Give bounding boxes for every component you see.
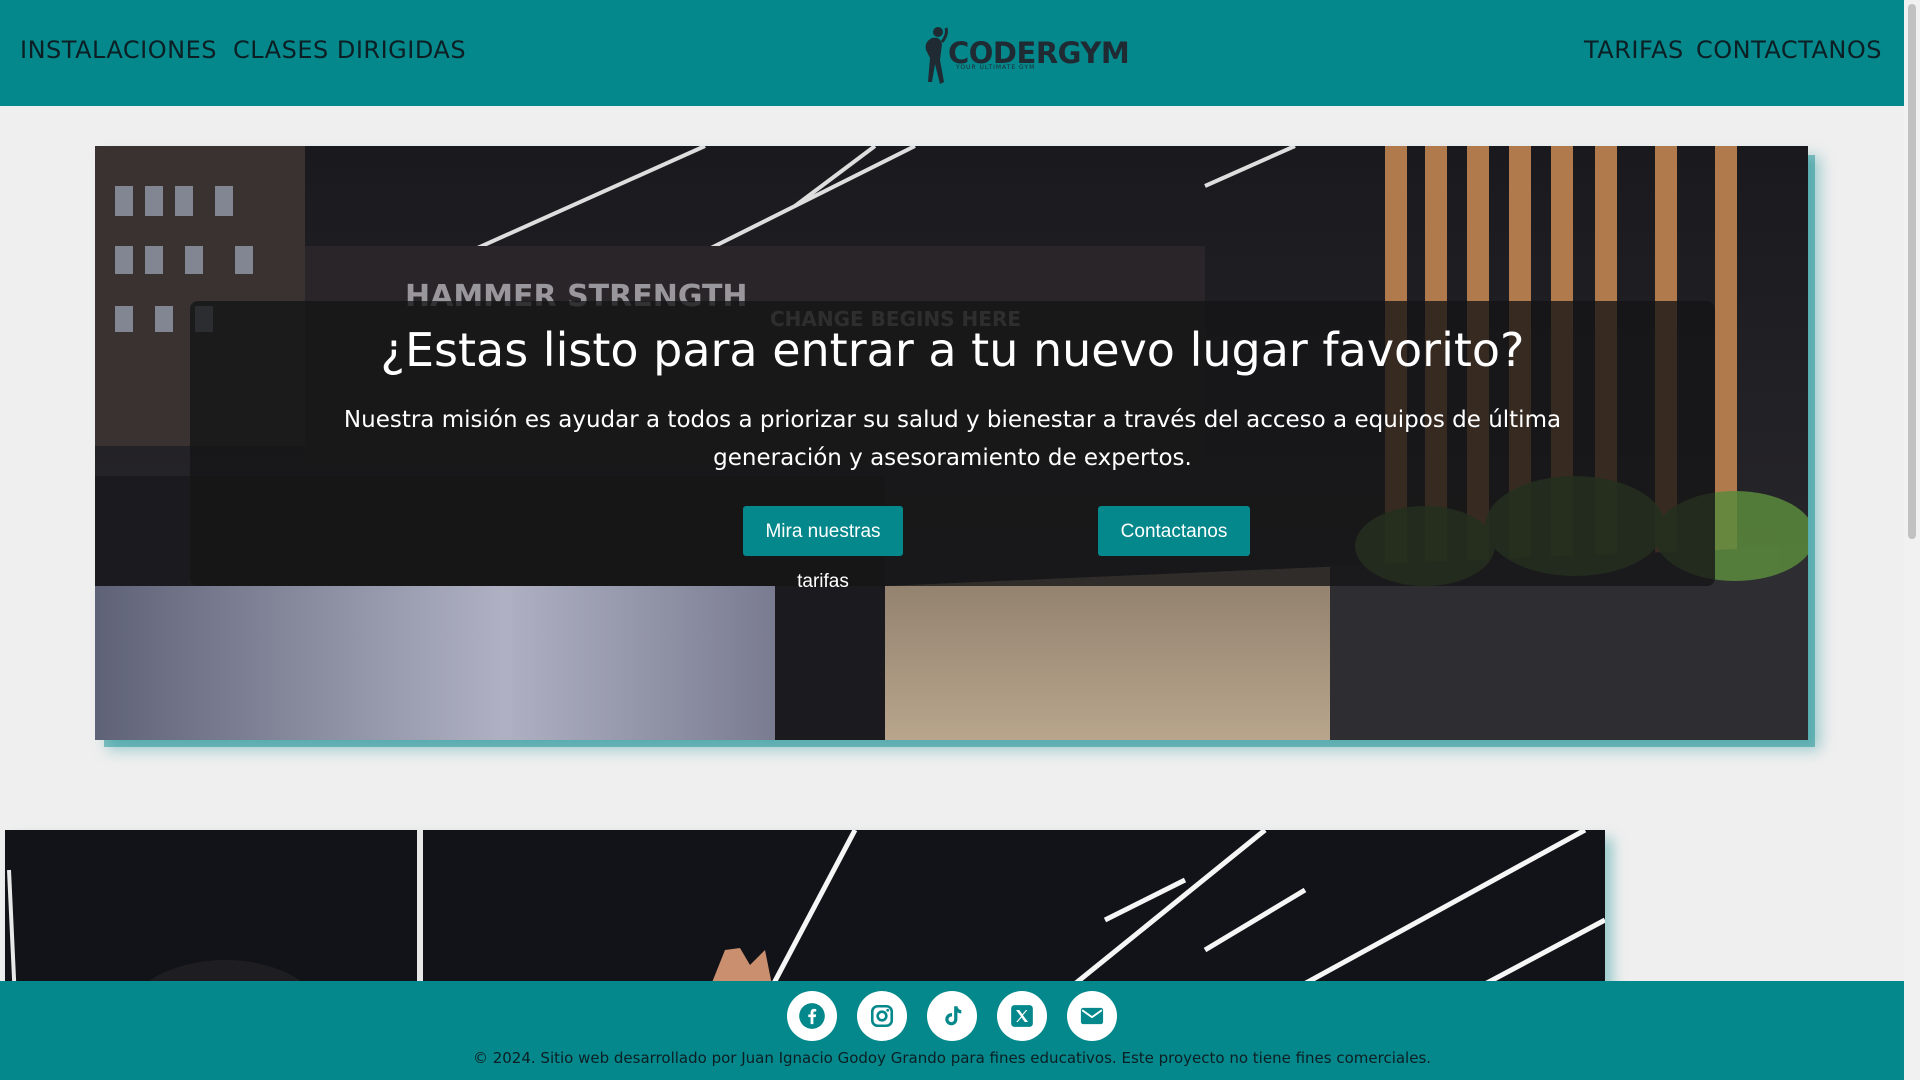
- athlete-logo-icon: [925, 27, 948, 84]
- hero-overlay-card: ¿Estas listo para entrar a tu nuevo luga…: [190, 301, 1715, 592]
- page-scrollbar[interactable]: [1904, 0, 1920, 1080]
- site-header: INSTALACIONES CLASES DIRIGIDAS CODERGYM …: [0, 0, 1904, 106]
- x-twitter-link[interactable]: [997, 991, 1047, 1041]
- contactanos-button[interactable]: Contactanos: [1098, 506, 1250, 556]
- nav-contactanos[interactable]: CONTACTANOS: [1696, 36, 1882, 64]
- copyright-text: © 2024. Sitio web desarrollado por Juan …: [472, 1049, 1432, 1067]
- tiktok-link[interactable]: [927, 991, 977, 1041]
- scrollbar-thumb[interactable]: [1908, 4, 1916, 539]
- hero-title: ¿Estas listo para entrar a tu nuevo luga…: [380, 323, 1525, 377]
- instagram-icon: [870, 1004, 894, 1028]
- email-link[interactable]: [1067, 991, 1117, 1041]
- email-icon: [1080, 1007, 1104, 1025]
- nav-clases-dirigidas[interactable]: CLASES DIRIGIDAS: [233, 36, 466, 64]
- facebook-link[interactable]: [787, 991, 837, 1041]
- x-icon: [1011, 1005, 1033, 1027]
- instagram-link[interactable]: [857, 991, 907, 1041]
- logo-subtitle: YOUR ULTIMATE GYM: [956, 64, 1036, 71]
- tiktok-icon: [945, 1006, 962, 1026]
- gym-lights-image: [5, 830, 1605, 1000]
- hero-description: Nuestra misión es ayudar a todos a prior…: [343, 407, 1562, 471]
- hero-section: HAMMER STRENGTH CHANGE BEGINS HERE ¿Esta…: [95, 146, 1808, 740]
- facebook-icon: [799, 1003, 825, 1029]
- instalaciones-image-section: [5, 830, 1605, 1000]
- tarifas-button[interactable]: Mira nuestras tarifas: [743, 506, 903, 592]
- nav-tarifas[interactable]: TARIFAS: [1584, 36, 1684, 64]
- nav-instalaciones[interactable]: INSTALACIONES: [20, 36, 217, 64]
- site-footer: © 2024. Sitio web desarrollado por Juan …: [0, 981, 1904, 1080]
- codergym-logo[interactable]: CODERGYM YOUR ULTIMATE GYM: [922, 24, 1130, 88]
